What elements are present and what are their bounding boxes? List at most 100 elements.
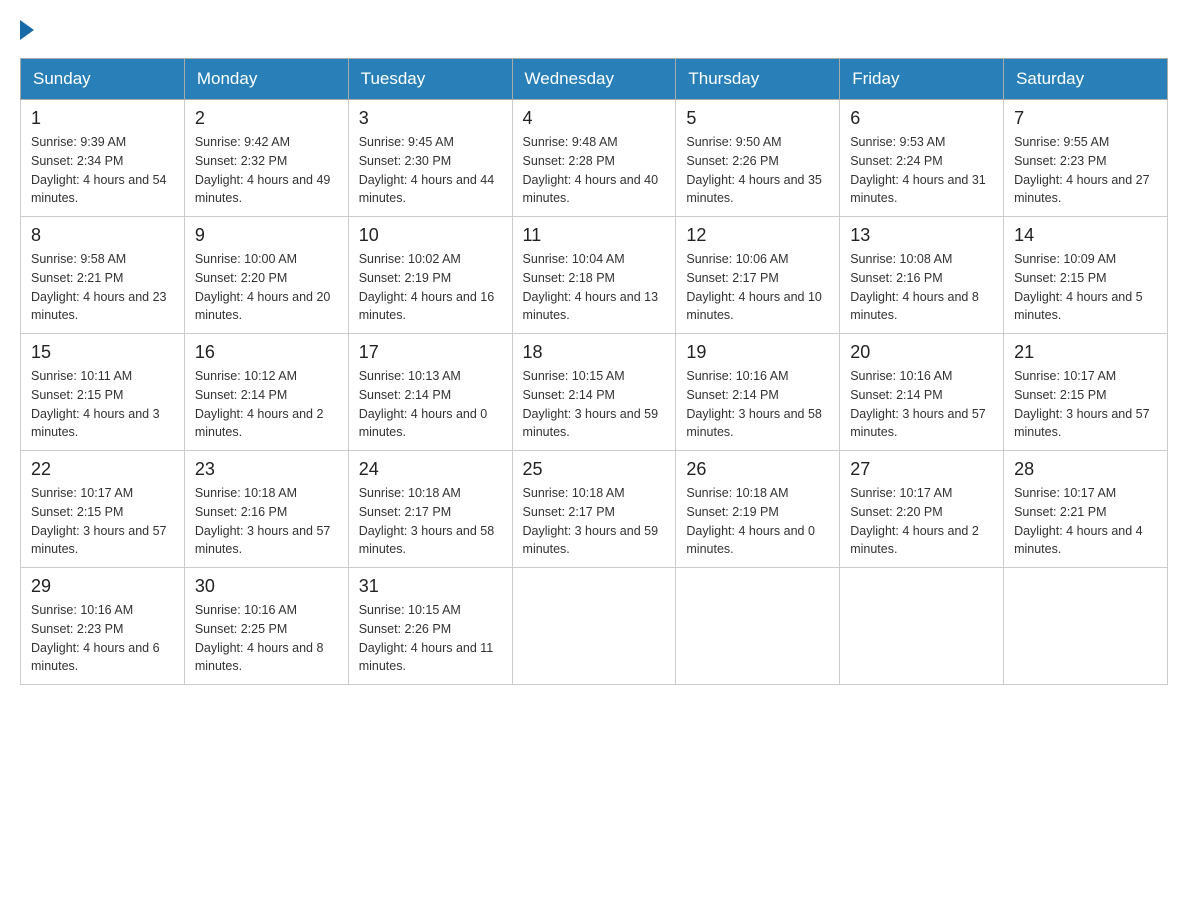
day-number: 23: [195, 459, 338, 480]
calendar-cell: 19 Sunrise: 10:16 AM Sunset: 2:14 PM Day…: [676, 334, 840, 451]
day-number: 14: [1014, 225, 1157, 246]
calendar-cell: 22 Sunrise: 10:17 AM Sunset: 2:15 PM Day…: [21, 451, 185, 568]
calendar-week-row: 22 Sunrise: 10:17 AM Sunset: 2:15 PM Day…: [21, 451, 1168, 568]
day-info: Sunrise: 10:12 AM Sunset: 2:14 PM Daylig…: [195, 367, 338, 442]
calendar-week-row: 15 Sunrise: 10:11 AM Sunset: 2:15 PM Day…: [21, 334, 1168, 451]
calendar-cell: 23 Sunrise: 10:18 AM Sunset: 2:16 PM Day…: [184, 451, 348, 568]
day-info: Sunrise: 10:17 AM Sunset: 2:20 PM Daylig…: [850, 484, 993, 559]
day-number: 6: [850, 108, 993, 129]
calendar-cell: 20 Sunrise: 10:16 AM Sunset: 2:14 PM Day…: [840, 334, 1004, 451]
day-info: Sunrise: 9:45 AM Sunset: 2:30 PM Dayligh…: [359, 133, 502, 208]
calendar-cell: 9 Sunrise: 10:00 AM Sunset: 2:20 PM Dayl…: [184, 217, 348, 334]
calendar-cell: 26 Sunrise: 10:18 AM Sunset: 2:19 PM Day…: [676, 451, 840, 568]
day-info: Sunrise: 10:09 AM Sunset: 2:15 PM Daylig…: [1014, 250, 1157, 325]
day-number: 16: [195, 342, 338, 363]
logo: [20, 20, 37, 38]
day-number: 1: [31, 108, 174, 129]
page-header: [20, 20, 1168, 38]
calendar-cell: 2 Sunrise: 9:42 AM Sunset: 2:32 PM Dayli…: [184, 100, 348, 217]
calendar-cell: [512, 568, 676, 685]
calendar-cell: [676, 568, 840, 685]
day-number: 19: [686, 342, 829, 363]
calendar-cell: 4 Sunrise: 9:48 AM Sunset: 2:28 PM Dayli…: [512, 100, 676, 217]
calendar-table: SundayMondayTuesdayWednesdayThursdayFrid…: [20, 58, 1168, 685]
day-info: Sunrise: 10:06 AM Sunset: 2:17 PM Daylig…: [686, 250, 829, 325]
calendar-cell: 17 Sunrise: 10:13 AM Sunset: 2:14 PM Day…: [348, 334, 512, 451]
day-info: Sunrise: 10:17 AM Sunset: 2:21 PM Daylig…: [1014, 484, 1157, 559]
day-info: Sunrise: 10:17 AM Sunset: 2:15 PM Daylig…: [31, 484, 174, 559]
day-info: Sunrise: 10:13 AM Sunset: 2:14 PM Daylig…: [359, 367, 502, 442]
column-header-saturday: Saturday: [1004, 59, 1168, 100]
calendar-week-row: 29 Sunrise: 10:16 AM Sunset: 2:23 PM Day…: [21, 568, 1168, 685]
day-number: 24: [359, 459, 502, 480]
day-info: Sunrise: 10:02 AM Sunset: 2:19 PM Daylig…: [359, 250, 502, 325]
column-header-wednesday: Wednesday: [512, 59, 676, 100]
day-number: 28: [1014, 459, 1157, 480]
day-number: 17: [359, 342, 502, 363]
calendar-week-row: 8 Sunrise: 9:58 AM Sunset: 2:21 PM Dayli…: [21, 217, 1168, 334]
calendar-cell: 28 Sunrise: 10:17 AM Sunset: 2:21 PM Day…: [1004, 451, 1168, 568]
column-header-tuesday: Tuesday: [348, 59, 512, 100]
day-number: 31: [359, 576, 502, 597]
day-number: 29: [31, 576, 174, 597]
column-header-sunday: Sunday: [21, 59, 185, 100]
calendar-cell: 8 Sunrise: 9:58 AM Sunset: 2:21 PM Dayli…: [21, 217, 185, 334]
column-header-thursday: Thursday: [676, 59, 840, 100]
day-number: 25: [523, 459, 666, 480]
day-number: 7: [1014, 108, 1157, 129]
logo-blue-text: [20, 20, 37, 38]
day-number: 4: [523, 108, 666, 129]
day-info: Sunrise: 9:42 AM Sunset: 2:32 PM Dayligh…: [195, 133, 338, 208]
calendar-cell: 11 Sunrise: 10:04 AM Sunset: 2:18 PM Day…: [512, 217, 676, 334]
day-number: 8: [31, 225, 174, 246]
calendar-cell: 12 Sunrise: 10:06 AM Sunset: 2:17 PM Day…: [676, 217, 840, 334]
day-info: Sunrise: 10:11 AM Sunset: 2:15 PM Daylig…: [31, 367, 174, 442]
day-number: 15: [31, 342, 174, 363]
column-header-monday: Monday: [184, 59, 348, 100]
calendar-cell: 3 Sunrise: 9:45 AM Sunset: 2:30 PM Dayli…: [348, 100, 512, 217]
day-info: Sunrise: 10:18 AM Sunset: 2:19 PM Daylig…: [686, 484, 829, 559]
day-info: Sunrise: 9:50 AM Sunset: 2:26 PM Dayligh…: [686, 133, 829, 208]
calendar-cell: 31 Sunrise: 10:15 AM Sunset: 2:26 PM Day…: [348, 568, 512, 685]
day-info: Sunrise: 10:16 AM Sunset: 2:14 PM Daylig…: [686, 367, 829, 442]
calendar-cell: 21 Sunrise: 10:17 AM Sunset: 2:15 PM Day…: [1004, 334, 1168, 451]
day-number: 12: [686, 225, 829, 246]
calendar-cell: 16 Sunrise: 10:12 AM Sunset: 2:14 PM Day…: [184, 334, 348, 451]
day-info: Sunrise: 10:16 AM Sunset: 2:23 PM Daylig…: [31, 601, 174, 676]
day-info: Sunrise: 10:04 AM Sunset: 2:18 PM Daylig…: [523, 250, 666, 325]
day-number: 3: [359, 108, 502, 129]
day-info: Sunrise: 9:48 AM Sunset: 2:28 PM Dayligh…: [523, 133, 666, 208]
day-number: 27: [850, 459, 993, 480]
calendar-cell: [840, 568, 1004, 685]
day-info: Sunrise: 10:00 AM Sunset: 2:20 PM Daylig…: [195, 250, 338, 325]
calendar-week-row: 1 Sunrise: 9:39 AM Sunset: 2:34 PM Dayli…: [21, 100, 1168, 217]
day-number: 21: [1014, 342, 1157, 363]
column-header-friday: Friday: [840, 59, 1004, 100]
calendar-header-row: SundayMondayTuesdayWednesdayThursdayFrid…: [21, 59, 1168, 100]
calendar-cell: 15 Sunrise: 10:11 AM Sunset: 2:15 PM Day…: [21, 334, 185, 451]
day-info: Sunrise: 10:16 AM Sunset: 2:25 PM Daylig…: [195, 601, 338, 676]
calendar-cell: 10 Sunrise: 10:02 AM Sunset: 2:19 PM Day…: [348, 217, 512, 334]
calendar-cell: 18 Sunrise: 10:15 AM Sunset: 2:14 PM Day…: [512, 334, 676, 451]
calendar-cell: 14 Sunrise: 10:09 AM Sunset: 2:15 PM Day…: [1004, 217, 1168, 334]
logo-triangle-icon: [20, 20, 34, 40]
day-info: Sunrise: 10:15 AM Sunset: 2:14 PM Daylig…: [523, 367, 666, 442]
calendar-cell: 7 Sunrise: 9:55 AM Sunset: 2:23 PM Dayli…: [1004, 100, 1168, 217]
day-number: 20: [850, 342, 993, 363]
day-number: 5: [686, 108, 829, 129]
calendar-cell: 1 Sunrise: 9:39 AM Sunset: 2:34 PM Dayli…: [21, 100, 185, 217]
day-info: Sunrise: 10:17 AM Sunset: 2:15 PM Daylig…: [1014, 367, 1157, 442]
calendar-cell: 24 Sunrise: 10:18 AM Sunset: 2:17 PM Day…: [348, 451, 512, 568]
day-info: Sunrise: 9:55 AM Sunset: 2:23 PM Dayligh…: [1014, 133, 1157, 208]
day-number: 30: [195, 576, 338, 597]
day-info: Sunrise: 10:16 AM Sunset: 2:14 PM Daylig…: [850, 367, 993, 442]
day-number: 2: [195, 108, 338, 129]
day-info: Sunrise: 9:39 AM Sunset: 2:34 PM Dayligh…: [31, 133, 174, 208]
day-info: Sunrise: 10:08 AM Sunset: 2:16 PM Daylig…: [850, 250, 993, 325]
day-info: Sunrise: 10:18 AM Sunset: 2:17 PM Daylig…: [359, 484, 502, 559]
day-info: Sunrise: 10:18 AM Sunset: 2:16 PM Daylig…: [195, 484, 338, 559]
calendar-cell: 25 Sunrise: 10:18 AM Sunset: 2:17 PM Day…: [512, 451, 676, 568]
day-number: 13: [850, 225, 993, 246]
day-number: 18: [523, 342, 666, 363]
calendar-cell: 6 Sunrise: 9:53 AM Sunset: 2:24 PM Dayli…: [840, 100, 1004, 217]
